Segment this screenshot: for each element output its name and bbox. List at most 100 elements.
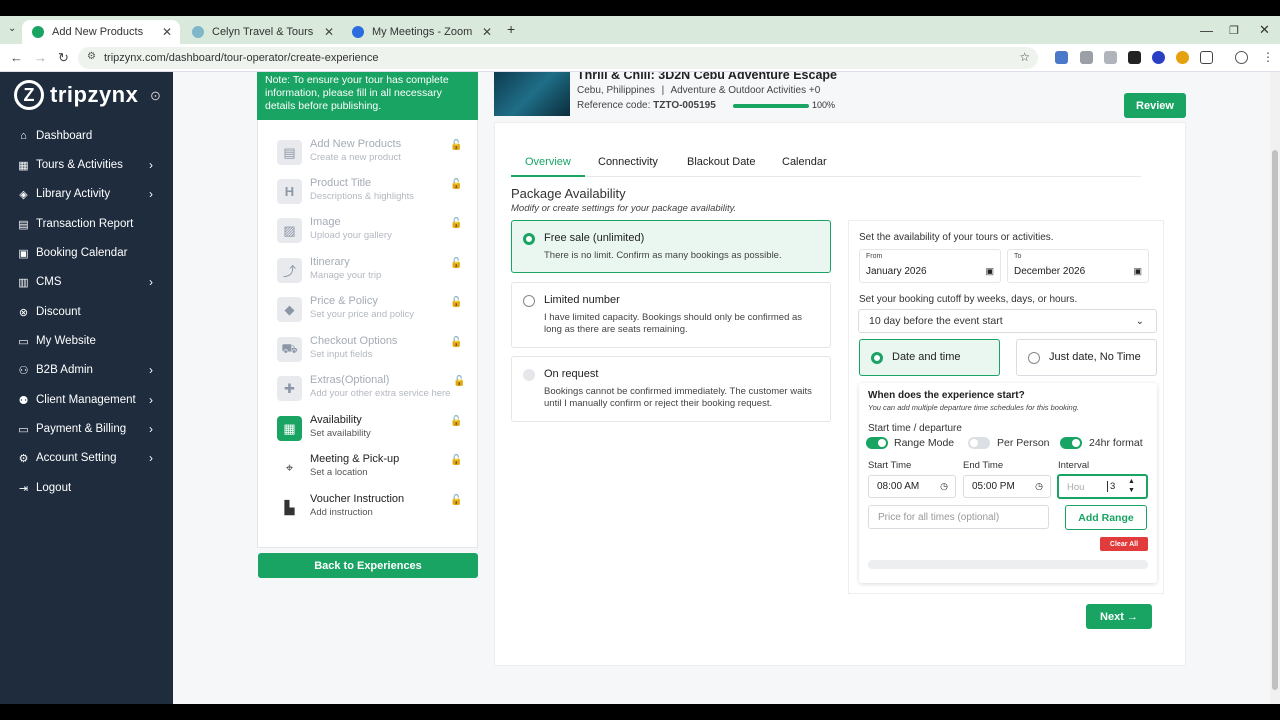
end-time-input[interactable]: 05:00 PM ◷ (963, 475, 1051, 498)
range-mode-toggle[interactable] (866, 437, 888, 449)
scrollbar-thumb[interactable] (1272, 150, 1278, 690)
sidebar-item-transaction[interactable]: ▤ Transaction Report (0, 210, 173, 238)
product-meta: Cebu, Philippines | Adventure & Outdoor … (577, 85, 821, 96)
from-date-input[interactable]: From January 2026 ▣ (859, 249, 1001, 283)
sidebar-item-account[interactable]: ⚙ Account Setting › (0, 444, 173, 472)
clear-all-button[interactable]: Clear All (1100, 537, 1148, 551)
step-title: Product Title (310, 177, 372, 189)
close-tab-icon[interactable]: ✕ (482, 25, 492, 39)
clock-icon[interactable]: ◷ (940, 481, 948, 492)
calendar-picker-icon[interactable]: ▣ (1133, 266, 1142, 277)
browser-tab-add-new-products[interactable]: Add New Products ✕ (22, 20, 180, 44)
screen-top-border (0, 0, 1280, 16)
option-free-sale[interactable]: Free sale (unlimited) There is no limit.… (511, 220, 831, 273)
extension-icon[interactable] (1152, 51, 1165, 64)
mode-just-date[interactable]: Just date, No Time (1016, 339, 1157, 376)
to-date-input[interactable]: To December 2026 ▣ (1007, 249, 1149, 283)
option-limited-number[interactable]: Limited number I have limited capacity. … (511, 282, 831, 348)
sidebar-item-tours[interactable]: ▦ Tours & Activities › (0, 151, 173, 179)
start-time-value: 08:00 AM (877, 481, 920, 492)
close-window-icon[interactable]: ✕ (1259, 16, 1270, 44)
per-person-toggle[interactable] (968, 437, 990, 449)
sidebar-item-dashboard[interactable]: ⌂ Dashboard (0, 122, 173, 150)
cutoff-select[interactable]: 10 day before the event start ⌄ (858, 309, 1157, 333)
sidebar-item-logout[interactable]: ⇥ Logout (0, 474, 173, 502)
tab-connectivity[interactable]: Connectivity (584, 156, 672, 177)
sidebar-item-booking-calendar[interactable]: ▣ Booking Calendar (0, 239, 173, 267)
web-page: Z tripzynx ⊙ ⌂ Dashboard ▦ Tours & Activit… (0, 72, 1280, 704)
next-button[interactable]: Next → (1086, 604, 1152, 629)
tab-list-chevron-icon[interactable]: ⌄ (8, 23, 16, 34)
browser-tab-celyn[interactable]: Celyn Travel & Tours ✕ (182, 20, 342, 44)
add-range-button[interactable]: Add Range (1065, 505, 1147, 530)
step-title: Voucher Instruction (310, 493, 405, 505)
step-voucher-instruction[interactable]: ▙ Voucher Instruction Add instruction 🔓 (277, 493, 467, 529)
back-arrow-icon[interactable]: ← (10, 50, 23, 65)
page-scrollbar[interactable] (1270, 72, 1280, 704)
price-for-all-times-input[interactable]: Price for all times (optional) (868, 505, 1049, 529)
step-subtitle: Set your price and policy (310, 309, 415, 320)
step-product-title[interactable]: H Product Title Descriptions & highlights 🔓 (277, 177, 467, 213)
step-price-policy[interactable]: ◆ Price & Policy Set your price and policy… (277, 295, 467, 331)
step-subtitle: Create a new product (310, 152, 401, 163)
mode-date-and-time[interactable]: Date and time (859, 339, 1000, 376)
close-tab-icon[interactable]: ✕ (324, 25, 334, 39)
extension-icon[interactable] (1128, 51, 1141, 64)
forward-arrow-icon[interactable]: → (34, 50, 47, 65)
site-info-icon[interactable]: ⚙ (87, 51, 96, 62)
option-on-request[interactable]: On request Bookings cannot be confirmed … (511, 356, 831, 422)
minimize-icon[interactable]: — (1200, 16, 1213, 44)
clock-icon[interactable]: ◷ (1035, 481, 1043, 492)
camera-extension-icon[interactable] (1080, 51, 1093, 64)
sidebar-item-label: Client Management (36, 394, 136, 406)
collapse-sidebar-icon[interactable]: ⊙ (150, 88, 161, 104)
puzzle-extensions-icon[interactable] (1200, 51, 1213, 64)
tab-calendar[interactable]: Calendar (768, 156, 841, 177)
extension-icon[interactable] (1176, 51, 1189, 64)
browser-menu-icon[interactable]: ⋮ (1262, 50, 1274, 64)
from-label: From (866, 253, 883, 260)
sidebar-item-discount[interactable]: ⊗ Discount (0, 298, 173, 326)
review-button[interactable]: Review (1124, 93, 1186, 118)
interval-input[interactable]: Hou 3 ▲ ▼ (1057, 474, 1148, 499)
start-time-input[interactable]: 08:00 AM ◷ (868, 475, 956, 498)
step-itinerary[interactable]: ⤴ Itinerary Manage your trip 🔓 (277, 256, 467, 292)
sidebar-item-b2b[interactable]: ⚇ B2B Admin › (0, 356, 173, 384)
unlock-icon: 🔓 (450, 140, 463, 151)
step-image[interactable]: ▨ Image Upload your gallery 🔓 (277, 216, 467, 252)
tab-blackout-date[interactable]: Blackout Date (673, 156, 769, 177)
step-title: Meeting & Pick-up (310, 453, 400, 465)
24hr-format-toggle[interactable] (1060, 437, 1082, 449)
extension-icon[interactable] (1104, 51, 1117, 64)
spinner-arrows-icon[interactable]: ▲ ▼ (1128, 477, 1135, 495)
step-meeting-pickup[interactable]: ⌖ Meeting & Pick-up Set a location 🔓 (277, 453, 467, 489)
tab-overview[interactable]: Overview (511, 156, 585, 177)
sidebar-item-client[interactable]: ⚉ Client Management › (0, 386, 173, 414)
logout-icon: ⇥ (18, 482, 29, 495)
new-tab-plus-icon[interactable]: + (507, 21, 515, 37)
step-availability[interactable]: ▦ Availability Set availability 🔓 (277, 414, 467, 450)
sidebar-item-label: Discount (36, 306, 81, 318)
close-tab-icon[interactable]: ✕ (162, 25, 172, 39)
sidebar-item-cms[interactable]: ▥ CMS › (0, 268, 173, 296)
sidebar-item-website[interactable]: ▭ My Website (0, 327, 173, 355)
step-checkout-options[interactable]: ⛟ Checkout Options Set input fields 🔓 (277, 335, 467, 371)
calendar-picker-icon[interactable]: ▣ (985, 266, 994, 277)
step-add-new-products[interactable]: ▤ Add New Products Create a new product 🔓 (277, 138, 467, 174)
url-input[interactable]: ⚙ tripzynx.com/dashboard/tour-operator/c… (78, 47, 1038, 69)
browser-tab-zoom[interactable]: My Meetings - Zoom ✕ (342, 20, 500, 44)
back-to-experiences-button[interactable]: Back to Experiences (258, 553, 478, 578)
calendar-icon: ▣ (18, 247, 29, 260)
option-title: Free sale (unlimited) (544, 232, 645, 244)
extension-icon[interactable] (1055, 51, 1068, 64)
brand-logo[interactable]: Z tripzynx (14, 80, 138, 110)
step-extras[interactable]: ✚ Extras(Optional) Add your other extra se… (277, 374, 467, 410)
profile-avatar-icon[interactable] (1235, 51, 1248, 64)
sidebar-item-payment[interactable]: ▭ Payment & Billing › (0, 415, 173, 443)
sidebar-item-library[interactable]: ◈ Library Activity › (0, 180, 173, 208)
address-bar: ← → ↻ ⚙ tripzynx.com/dashboard/tour-oper… (0, 44, 1280, 72)
reload-icon[interactable]: ↻ (58, 50, 69, 66)
bookmark-star-icon[interactable]: ☆ (1019, 50, 1030, 64)
maximize-icon[interactable]: ❐ (1229, 16, 1239, 44)
celyn-favicon-icon (192, 26, 204, 38)
